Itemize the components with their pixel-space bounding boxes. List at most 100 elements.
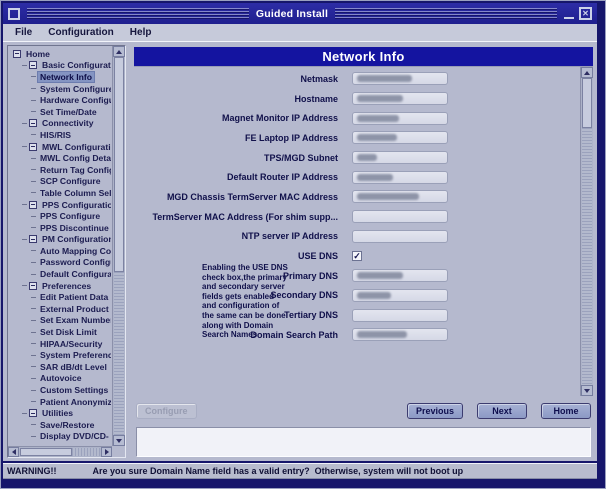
fe-laptop-ip-address-field[interactable] bbox=[352, 131, 448, 144]
tree-item-return-tag-config[interactable]: Return Tag Config bbox=[9, 164, 111, 176]
tree-connector bbox=[31, 274, 36, 275]
tree-item-external-product-c[interactable]: External Product C bbox=[9, 303, 111, 315]
tree-item-save-restore[interactable]: Save/Restore bbox=[9, 419, 111, 431]
scroll-track[interactable] bbox=[582, 128, 592, 385]
tree-hscrollbar[interactable] bbox=[8, 446, 112, 457]
tree-item-custom-settings[interactable]: Custom Settings bbox=[9, 384, 111, 396]
tree-item-autovoice[interactable]: Autovoice bbox=[9, 373, 111, 385]
window-system-icon[interactable] bbox=[8, 8, 20, 20]
collapse-node-icon[interactable] bbox=[13, 50, 21, 58]
tree-item-label: Patient Anonymiza bbox=[38, 397, 111, 407]
collapse-node-icon[interactable] bbox=[29, 409, 37, 417]
tree-item-network-info[interactable]: Network Info bbox=[9, 71, 111, 83]
tree-item-patient-anonymiza[interactable]: Patient Anonymiza bbox=[9, 396, 111, 408]
tree-item-password-configur[interactable]: Password Configur bbox=[9, 257, 111, 269]
use-dns-helper-text: Enabling the USE DNS check box,the prima… bbox=[202, 263, 348, 340]
tree-item-his-ris[interactable]: HIS/RIS bbox=[9, 129, 111, 141]
tree-item-table-column-sele[interactable]: Table Column Sele bbox=[9, 187, 111, 199]
tree-item-preferences[interactable]: Preferences bbox=[9, 280, 111, 292]
magnet-monitor-ip-address-field[interactable] bbox=[352, 112, 448, 125]
home-button[interactable]: Home bbox=[541, 403, 591, 419]
menu-item-file[interactable]: File bbox=[8, 26, 39, 39]
tree-connector bbox=[22, 123, 27, 124]
tree-item-pm-configuration[interactable]: PM Configuration bbox=[9, 234, 111, 246]
tree-item-edit-patient-data[interactable]: Edit Patient Data bbox=[9, 291, 111, 303]
form-row-secondary-dns: Secondary DNS bbox=[134, 286, 577, 306]
tree-item-auto-mapping-con[interactable]: Auto Mapping Con bbox=[9, 245, 111, 257]
tree-item-hipaa-security[interactable]: HIPAA/Security bbox=[9, 338, 111, 350]
scroll-thumb[interactable] bbox=[114, 57, 124, 272]
menu-bar: FileConfigurationHelp bbox=[3, 24, 597, 42]
collapse-node-icon[interactable] bbox=[29, 143, 37, 151]
scroll-up-icon[interactable] bbox=[113, 46, 125, 57]
tree-connector bbox=[31, 100, 36, 101]
scroll-right-icon[interactable] bbox=[101, 447, 112, 457]
tertiary-dns-field[interactable] bbox=[352, 309, 448, 322]
scroll-down-icon[interactable] bbox=[581, 385, 593, 396]
scroll-thumb[interactable] bbox=[582, 78, 592, 128]
secondary-dns-field[interactable] bbox=[352, 289, 448, 302]
tree-item-sar-db-dt-level[interactable]: SAR dB/dt Level bbox=[9, 361, 111, 373]
tree-item-default-configurat[interactable]: Default Configurat bbox=[9, 268, 111, 280]
tree-item-basic-configuration[interactable]: Basic Configuration bbox=[9, 60, 111, 72]
menu-item-configuration[interactable]: Configuration bbox=[41, 26, 121, 39]
scroll-down-icon[interactable] bbox=[113, 435, 125, 446]
termserver-mac-address-for-shim-supp-field[interactable] bbox=[352, 210, 448, 223]
tree-connector bbox=[31, 250, 36, 251]
scroll-track[interactable] bbox=[114, 272, 124, 435]
primary-dns-field[interactable] bbox=[352, 269, 448, 282]
tree-item-set-time-date[interactable]: Set Time/Date bbox=[9, 106, 111, 118]
scroll-track[interactable] bbox=[72, 448, 100, 456]
menu-item-help[interactable]: Help bbox=[123, 26, 159, 39]
tree-item-patches[interactable]: Patches bbox=[9, 442, 111, 445]
collapse-node-icon[interactable] bbox=[29, 119, 37, 127]
collapse-node-icon[interactable] bbox=[29, 235, 37, 243]
form-vscrollbar[interactable] bbox=[580, 67, 593, 396]
previous-button[interactable]: Previous bbox=[407, 403, 463, 419]
domain-search-path-field[interactable] bbox=[352, 328, 448, 341]
netmask-field[interactable] bbox=[352, 72, 448, 85]
scroll-thumb[interactable] bbox=[20, 448, 72, 456]
scroll-left-icon[interactable] bbox=[8, 447, 19, 457]
collapse-node-icon[interactable] bbox=[29, 201, 37, 209]
tree-item-set-disk-limit[interactable]: Set Disk Limit bbox=[9, 326, 111, 338]
tree-item-pps-configure[interactable]: PPS Configure bbox=[9, 210, 111, 222]
tree-item-mwl-configuration[interactable]: MWL Configuration bbox=[9, 141, 111, 153]
tree-connector bbox=[31, 436, 36, 437]
tree-item-home[interactable]: Home bbox=[9, 48, 111, 60]
mgd-chassis-termserver-mac-address-field[interactable] bbox=[352, 190, 448, 203]
collapse-node-icon[interactable] bbox=[29, 61, 37, 69]
minimize-icon[interactable] bbox=[564, 8, 574, 19]
title-bar[interactable]: Guided Install ✕ bbox=[3, 3, 597, 24]
hostname-field[interactable] bbox=[352, 92, 448, 105]
tree-item-label: MWL Config Detail bbox=[38, 153, 111, 163]
tree-vscrollbar[interactable] bbox=[112, 46, 125, 446]
tree-item-connectivity[interactable]: Connectivity bbox=[9, 118, 111, 130]
tree-item-system-configure[interactable]: System Configure bbox=[9, 83, 111, 95]
tree-item-hardware-configur[interactable]: Hardware Configur bbox=[9, 94, 111, 106]
ntp-server-ip-address-field[interactable] bbox=[352, 230, 448, 243]
configure-button[interactable]: Configure bbox=[136, 403, 197, 419]
collapse-node-icon[interactable] bbox=[29, 282, 37, 290]
tree-item-scp-configure[interactable]: SCP Configure bbox=[9, 176, 111, 188]
scroll-up-icon[interactable] bbox=[581, 67, 593, 78]
tps-mgd-subnet-field[interactable] bbox=[352, 151, 448, 164]
tree-item-utilities[interactable]: Utilities bbox=[9, 407, 111, 419]
form-row-ntp-server-ip-address: NTP server IP Address bbox=[134, 227, 577, 247]
tree-item-display-dvd-cd[interactable]: Display DVD/CD- bbox=[9, 431, 111, 443]
tree-item-label: Set Exam Number bbox=[38, 315, 111, 325]
redacted-value bbox=[357, 115, 399, 122]
tree-item-pps-configuration[interactable]: PPS Configuration bbox=[9, 199, 111, 211]
next-button[interactable]: Next bbox=[477, 403, 527, 419]
tree-item-set-exam-number[interactable]: Set Exam Number bbox=[9, 315, 111, 327]
form-row-domain-search-path: Domain Search Path bbox=[134, 325, 577, 345]
page-title: Network Info bbox=[134, 47, 593, 66]
tree-item-pps-discontinue-re[interactable]: PPS Discontinue Re bbox=[9, 222, 111, 234]
close-icon[interactable]: ✕ bbox=[579, 7, 592, 20]
tree-item-mwl-config-detail[interactable]: MWL Config Detail bbox=[9, 152, 111, 164]
default-router-ip-address-field[interactable] bbox=[352, 171, 448, 184]
warning-message: Are you sure Domain Name field has a val… bbox=[93, 466, 464, 476]
tree-connector bbox=[22, 65, 27, 66]
use-dns-checkbox[interactable]: ✓ bbox=[352, 251, 362, 261]
tree-item-system-preferences[interactable]: System Preferences bbox=[9, 349, 111, 361]
